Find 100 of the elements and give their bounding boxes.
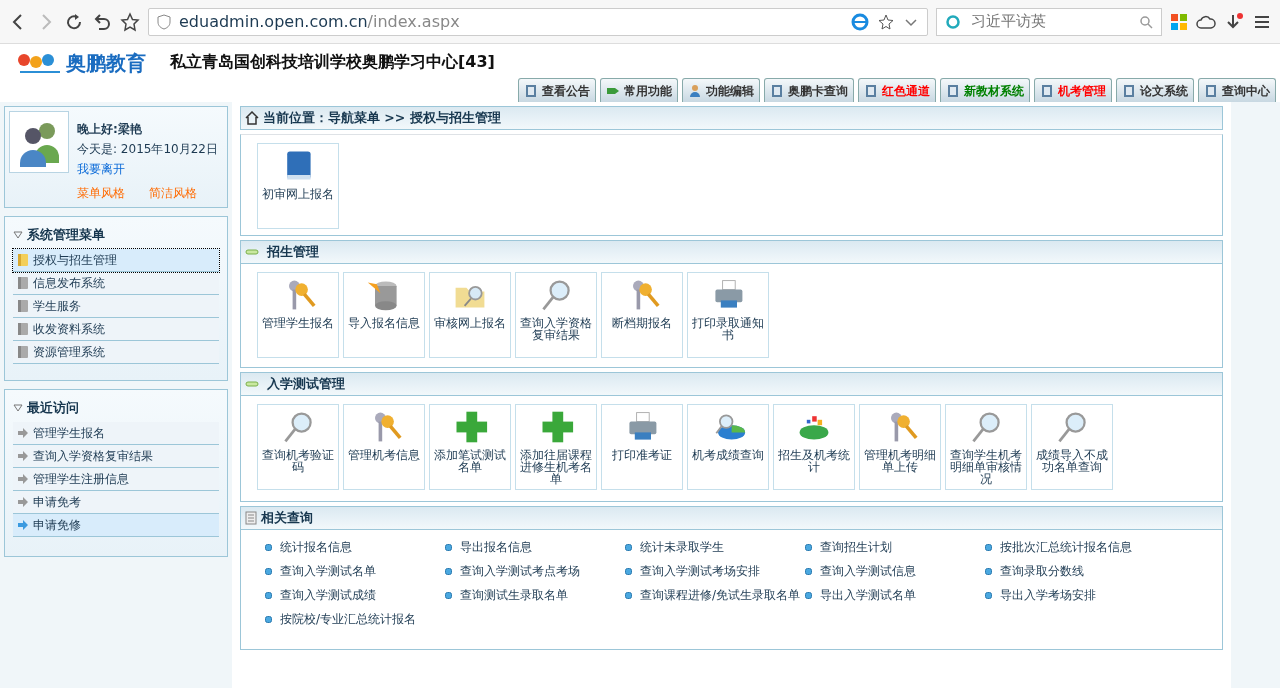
panel-title: 最近访问 — [27, 399, 79, 417]
menu-item[interactable]: 申请免修 — [13, 513, 219, 537]
shield-icon — [157, 13, 171, 30]
query-link[interactable]: 查询入学测试考场安排 — [625, 562, 805, 580]
bullet-icon — [625, 543, 632, 551]
query-link[interactable]: 按院校/专业汇总统计报名 — [265, 610, 445, 628]
query-link[interactable]: 查询测试生录取名单 — [445, 586, 625, 604]
section-header: 入学测试管理 — [240, 372, 1223, 396]
nav-tab[interactable]: 功能编辑 — [682, 78, 760, 102]
bullet-icon — [445, 591, 452, 599]
nav-tab[interactable]: 奥鹏卡查询 — [764, 78, 854, 102]
bullet-icon — [265, 615, 272, 623]
arrow-icon — [17, 473, 29, 484]
tab-icon — [524, 83, 538, 98]
reload-icon[interactable] — [64, 11, 84, 32]
nav-tab[interactable]: 查看公告 — [518, 78, 596, 102]
query-link[interactable]: 导出入学测试名单 — [805, 586, 985, 604]
function-tile[interactable]: 管理机考信息 — [343, 404, 425, 490]
date-text: 今天是: 2015年10月22日 — [77, 141, 218, 158]
menu-item[interactable]: 授权与招生管理 — [13, 248, 219, 272]
bullet-icon — [265, 543, 272, 551]
collapse-icon[interactable] — [13, 230, 23, 239]
nav-tab[interactable]: 论文系统 — [1116, 78, 1194, 102]
breadcrumb-bar: 当前位置：导航菜单 >> 授权与招生管理 — [240, 106, 1223, 130]
nav-tab[interactable]: 查询中心 — [1198, 78, 1276, 102]
folder-icon — [17, 298, 29, 313]
home-icon — [245, 111, 259, 125]
bullet-icon — [445, 567, 452, 575]
arrow-icon — [17, 519, 29, 530]
collapse-icon[interactable] — [13, 403, 23, 412]
query-link[interactable]: 导出报名信息 — [445, 538, 625, 556]
bullet-icon — [805, 543, 812, 551]
nav-tab[interactable]: 新教材系统 — [940, 78, 1030, 102]
query-link[interactable]: 查询招生计划 — [805, 538, 985, 556]
search-icon[interactable] — [1139, 14, 1153, 29]
function-tile[interactable]: 打印录取通知书 — [687, 272, 769, 358]
query-link[interactable]: 查询录取分数线 — [985, 562, 1165, 580]
query-link[interactable]: 查询入学测试成绩 — [265, 586, 445, 604]
menu-item[interactable]: 管理学生报名 — [13, 421, 219, 445]
menu-item[interactable]: 查询入学资格复审结果 — [13, 444, 219, 468]
tab-icon — [1040, 83, 1054, 98]
bullet-icon — [985, 591, 992, 599]
bookmark-icon[interactable] — [877, 12, 895, 31]
school-title: 私立青岛国创科技培训学校奥鹏学习中心[43] — [170, 51, 495, 73]
search-field[interactable]: 习近平访英 — [936, 7, 1162, 36]
arrow-icon — [17, 496, 29, 507]
folder-icon — [17, 344, 29, 359]
tab-icon — [688, 83, 702, 98]
folder-icon — [17, 321, 29, 336]
function-tile[interactable]: 机考成绩查询 — [687, 404, 769, 490]
query-link[interactable]: 查询入学测试信息 — [805, 562, 985, 580]
section-header: 招生管理 — [240, 240, 1223, 264]
address-bar[interactable]: eduadmin.open.com.cn/index.aspx — [148, 7, 928, 36]
query-link[interactable]: 导出入学考场安排 — [985, 586, 1165, 604]
function-tile[interactable]: 招生及机考统计 — [773, 404, 855, 490]
greeting-text: 晚上好:梁艳 — [77, 121, 143, 138]
function-tile[interactable]: 导入报名信息 — [343, 272, 425, 358]
function-tile[interactable]: 管理学生报名 — [257, 272, 339, 358]
logout-link[interactable]: 我要离开 — [77, 159, 125, 179]
bullet-icon — [265, 591, 272, 599]
function-tile[interactable]: 添加往届课程进修生机考名单 — [515, 404, 597, 490]
tab-icon — [864, 83, 878, 98]
tab-icon — [946, 83, 960, 98]
query-link[interactable]: 查询课程进修/免试生录取名单 — [625, 586, 805, 604]
bullet-icon — [445, 543, 452, 551]
bullet-icon — [985, 543, 992, 551]
bullet-icon — [805, 591, 812, 599]
query-link[interactable]: 查询入学测试名单 — [265, 562, 445, 580]
brand-name: 奥鹏教育 — [66, 50, 146, 77]
query-link[interactable]: 按批次汇总统计报名信息 — [985, 538, 1165, 556]
query-link[interactable]: 统计未录取学生 — [625, 538, 805, 556]
function-tile[interactable]: 查询入学资格复审结果 — [515, 272, 597, 358]
list-icon — [245, 511, 257, 525]
bullet-icon — [625, 591, 632, 599]
bookmark-icon[interactable] — [120, 11, 140, 32]
function-tile[interactable]: 断档期报名 — [601, 272, 683, 358]
function-tile[interactable]: 添加笔试测试名单 — [429, 404, 511, 490]
query-link[interactable]: 查询入学测试考点考场 — [445, 562, 625, 580]
function-tile[interactable]: 成绩导入不成功名单查询 — [1031, 404, 1113, 490]
menu-item[interactable]: 信息发布系统 — [13, 271, 219, 295]
function-tile[interactable]: 查询学生机考明细单审核情况 — [945, 404, 1027, 490]
function-tile[interactable]: 审核网上报名 — [429, 272, 511, 358]
undo-icon[interactable] — [92, 11, 112, 32]
arrow-icon — [17, 450, 29, 461]
apps-icon[interactable] — [1170, 12, 1188, 31]
function-tile[interactable]: 管理机考明细单上传 — [859, 404, 941, 490]
bullet-icon — [985, 567, 992, 575]
folder-icon — [17, 275, 29, 290]
function-tile[interactable]: 打印准考证 — [601, 404, 683, 490]
tab-icon — [1204, 83, 1218, 98]
arrow-icon — [17, 427, 29, 438]
function-tile[interactable]: 查询机考验证码 — [257, 404, 339, 490]
bullet-icon — [625, 567, 632, 575]
url-text: eduadmin.open.com.cn/index.aspx — [179, 10, 461, 33]
query-link[interactable]: 统计报名信息 — [265, 538, 445, 556]
function-tile[interactable]: 初审网上报名 — [257, 143, 339, 229]
panel-title: 系统管理菜单 — [27, 226, 105, 244]
folder-icon — [17, 252, 29, 267]
nav-tab[interactable]: 常用功能 — [600, 78, 678, 102]
menu-item[interactable]: 资源管理系统 — [13, 340, 219, 364]
